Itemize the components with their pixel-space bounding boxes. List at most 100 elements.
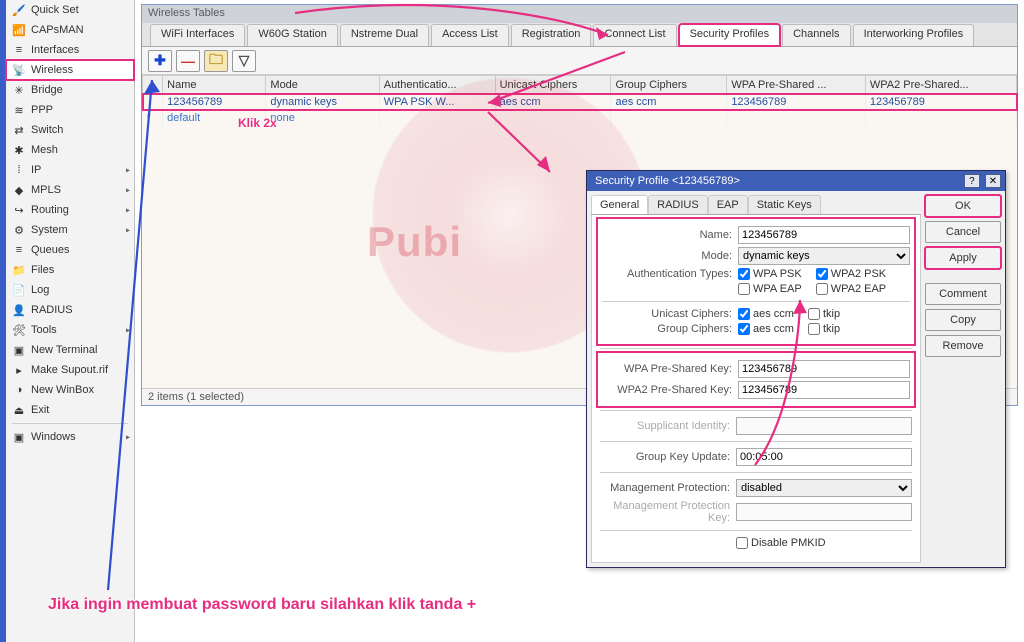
wpa-psk-check[interactable] [738,268,750,280]
column-header[interactable] [143,76,163,94]
comment-button[interactable]: Comment [925,283,1001,305]
sidebar-item-mpls[interactable]: ◆MPLS▸ [6,180,134,200]
copy-button[interactable]: 🗀 [204,50,228,72]
ok-button[interactable]: OK [925,195,1001,217]
grp-tkip-check[interactable] [808,323,820,335]
tab-wifi-interfaces[interactable]: WiFi Interfaces [150,24,245,46]
wpa-eap-check[interactable] [738,283,750,295]
sidebar-item-exit[interactable]: ⏏Exit [6,400,134,420]
table-row[interactable]: 123456789dynamic keysWPA PSK W...aes ccm… [143,94,1017,110]
sidebar-item-quick-set[interactable]: 🖌️Quick Set [6,0,134,20]
sidebar-item-radius[interactable]: 👤 RADIUS [6,300,134,320]
sidebar-icon: ◆ [12,184,26,197]
mgmt-prot-select[interactable]: disabled [736,479,912,497]
cell-uni: aes ccm [495,94,611,110]
sidebar-item-ppp[interactable]: ≋PPP [6,100,134,120]
sidebar-item-switch[interactable]: ⇄Switch [6,120,134,140]
cancel-button[interactable]: Cancel [925,221,1001,243]
sidebar-item-label: MPLS [31,184,61,196]
column-header[interactable]: WPA Pre-Shared ... [727,76,866,94]
dialog-help-button[interactable]: ? [964,174,980,188]
column-header[interactable]: Mode [266,76,379,94]
remove-btn[interactable]: Remove [925,335,1001,357]
sidebar-item-bridge[interactable]: ✳Bridge [6,80,134,100]
sidebar-icon: ≡ [12,44,26,56]
cell-name: default [163,110,266,126]
sidebar-icon: 👤 [12,304,26,317]
sidebar-item-label: RADIUS [31,304,73,316]
sidebar-item-ip[interactable]: ⁞IP▸ [6,160,134,180]
tab-access-list[interactable]: Access List [431,24,509,46]
tab-connect-list[interactable]: Connect List [593,24,676,46]
dialog-tab-eap[interactable]: EAP [708,195,748,214]
sidebar-item-make-supout.rif[interactable]: ▸Make Supout.rif [6,360,134,380]
wpa-key-field[interactable] [738,360,910,378]
mode-select[interactable]: dynamic keys [738,247,910,265]
group-ciphers-label: Group Ciphers: [602,323,732,335]
sidebar-item-routing[interactable]: ↪Routing▸ [6,200,134,220]
sidebar-item-capsman[interactable]: 📶CAPsMAN [6,20,134,40]
dialog-title-text: Security Profile <123456789> [595,175,740,187]
wpa2-eap-check[interactable] [816,283,828,295]
uni-aesccm-check[interactable] [738,308,750,320]
sidebar-item-tools[interactable]: 🛠Tools▸ [6,320,134,340]
uni-tkip-check[interactable] [808,308,820,320]
dialog-titlebar[interactable]: Security Profile <123456789> ? ✕ [587,171,1005,191]
column-header[interactable]: Authenticatio... [379,76,495,94]
sidebar-item-new-winbox[interactable]: ◑New WinBox [6,380,134,400]
cell-grp [611,110,727,126]
column-header[interactable]: Name [163,76,266,94]
remove-button[interactable]: — [176,50,200,72]
table-row[interactable]: *defaultnone [143,110,1017,126]
sidebar-item-label: System [31,224,68,236]
panel-title: Wireless Tables [142,5,1017,23]
sidebar-item-label: Files [31,264,54,276]
sidebar-item-label: PPP [31,104,53,116]
sidebar-item-log[interactable]: 📄Log [6,280,134,300]
tab-channels[interactable]: Channels [782,24,850,46]
sidebar-item-new-terminal[interactable]: ▣New Terminal [6,340,134,360]
dialog-tab-static-keys[interactable]: Static Keys [748,195,821,214]
sidebar-item-files[interactable]: 📁Files [6,260,134,280]
cell-wpa2 [865,110,1016,126]
sidebar-item-queues[interactable]: ≡Queues [6,240,134,260]
column-header[interactable]: Group Ciphers [611,76,727,94]
sidebar-item-mesh[interactable]: ✱Mesh [6,140,134,160]
sidebar-item-wireless[interactable]: 📡Wireless [6,60,134,80]
copy-btn[interactable]: Copy [925,309,1001,331]
disable-pmkid-check[interactable] [736,537,748,549]
tab-w60g-station[interactable]: W60G Station [247,24,337,46]
tab-nstreme-dual[interactable]: Nstreme Dual [340,24,429,46]
apply-button[interactable]: Apply [925,247,1001,269]
table-header-row: NameModeAuthenticatio...Unicast CiphersG… [143,76,1017,94]
wpa2-key-field[interactable] [738,381,910,399]
tab-security-profiles[interactable]: Security Profiles [679,24,780,46]
chevron-right-icon: ▸ [126,206,130,215]
column-header[interactable]: Unicast Ciphers [495,76,611,94]
auth-types-label: Authentication Types: [602,268,732,280]
sidebar-icon: ↪ [12,204,26,217]
tab-interworking-profiles[interactable]: Interworking Profiles [853,24,975,46]
cell-wpa [727,110,866,126]
dialog-tab-general[interactable]: General [591,195,648,214]
cell-uni [495,110,611,126]
tab-registration[interactable]: Registration [511,24,592,46]
sidebar-item-interfaces[interactable]: ≡Interfaces [6,40,134,60]
sidebar-icon: ✳ [12,84,26,97]
name-field[interactable] [738,226,910,244]
security-profile-dialog: Security Profile <123456789> ? ✕ General… [586,170,1006,568]
sidebar-item-label: Switch [31,124,63,136]
chevron-right-icon: ▸ [126,326,130,335]
filter-button[interactable]: ▽ [232,50,256,72]
dialog-tab-radius[interactable]: RADIUS [648,195,708,214]
group-key-update-field[interactable] [736,448,912,466]
dialog-close-button[interactable]: ✕ [985,174,1001,188]
add-button[interactable]: ✚ [148,50,172,72]
column-header[interactable]: WPA2 Pre-Shared... [865,76,1016,94]
sidebar-item-windows[interactable]: ▣Windows▸ [6,427,134,447]
grp-aesccm-check[interactable] [738,323,750,335]
wpa2-psk-check[interactable] [816,268,828,280]
sidebar-item-label: New Terminal [31,344,97,356]
sidebar-item-system[interactable]: ⚙System▸ [6,220,134,240]
sidebar-item-label: Mesh [31,144,58,156]
